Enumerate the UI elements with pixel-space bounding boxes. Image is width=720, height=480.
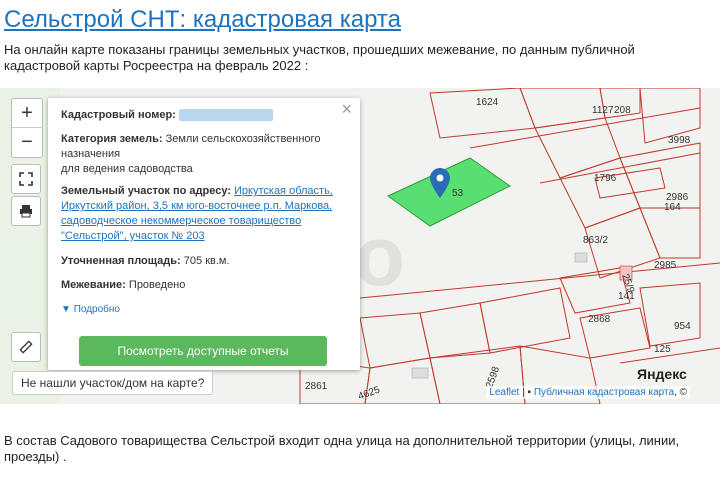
zoom-control: + − [11, 98, 43, 158]
area-label: Уточненная площадь: [61, 255, 181, 267]
kadastr-map-link[interactable]: Публичная кадастровая карта [534, 387, 674, 398]
cadastral-map[interactable]: 1624 1127 208 3998 1796 2986 164 863/2 2… [0, 88, 720, 404]
print-button[interactable] [11, 196, 41, 226]
more-details-label: Подробно [73, 304, 120, 315]
page-title[interactable]: Сельстрой СНТ: кадастровая карта [4, 6, 401, 34]
map-marker-icon[interactable] [430, 168, 450, 198]
outro-text: В состав Садового товарищества Сельстрой… [4, 433, 680, 464]
land-category-label: Категория земель: [61, 133, 163, 145]
cadastral-number-label: Кадастровый номер: [61, 109, 176, 121]
selected-plot-label: 53 [452, 188, 464, 199]
address-label: Земельный участок по адресу: [61, 185, 231, 197]
plot-label: 1796 [594, 173, 617, 184]
cadastral-number-value[interactable] [178, 109, 273, 122]
more-details-link[interactable]: ▼ Подробно [61, 302, 120, 317]
not-found-button[interactable]: Не нашли участок/дом на карте? [12, 371, 214, 395]
plot-label: 2868 [588, 314, 611, 325]
yandex-logo: Яндекс [637, 366, 687, 382]
survey-value: Проведено [128, 279, 186, 291]
attribution-separator: | [519, 387, 528, 398]
ruler-icon [19, 340, 33, 354]
printer-icon [20, 205, 32, 218]
plot-info-popup: × Кадастровый номер: Категория земель: З… [48, 98, 360, 370]
plot-label: 125 [654, 344, 671, 355]
plot-label: 2985 [654, 260, 677, 271]
area-value: 705 кв.м. [183, 255, 230, 267]
area-row: Уточненная площадь: 705 кв.м. [61, 254, 341, 269]
zoom-out-button[interactable]: − [12, 128, 42, 156]
plot-label: 1624 [476, 97, 499, 108]
zoom-in-button[interactable]: + [12, 99, 42, 128]
plot-label: 954 [674, 321, 691, 332]
view-reports-button[interactable]: Посмотреть доступные отчеты [79, 336, 327, 366]
ruler-button[interactable] [11, 332, 41, 362]
land-category-row: Категория земель: Земли сельскохозяйстве… [61, 132, 341, 177]
survey-row: Межевание: Проведено [61, 278, 341, 293]
close-icon[interactable]: × [341, 100, 352, 118]
survey-label: Межевание: [61, 279, 126, 291]
plot-label: 208 [614, 105, 631, 116]
address-row: Земельный участок по адресу: Иркутская о… [61, 184, 341, 244]
plot-label: 164 [664, 202, 681, 213]
map-attribution: Leaflet | ▪ Публичная кадастровая карта,… [486, 386, 690, 399]
leaflet-link[interactable]: Leaflet [489, 387, 519, 398]
plot-label: 2861 [305, 381, 328, 392]
plot-label: 3998 [668, 135, 691, 146]
intro-text: На онлайн карте показаны границы земельн… [4, 42, 635, 73]
fullscreen-button[interactable] [11, 164, 41, 194]
cadastral-number-row: Кадастровый номер: [61, 108, 341, 123]
land-category-sub: для ведения садоводства [61, 163, 193, 175]
plot-label: 863/2 [583, 235, 609, 246]
plot-label: 1127 [592, 105, 614, 116]
attribution-suffix: , © [674, 387, 687, 398]
fullscreen-icon [19, 172, 33, 186]
triangle-down-icon: ▼ [61, 304, 71, 315]
